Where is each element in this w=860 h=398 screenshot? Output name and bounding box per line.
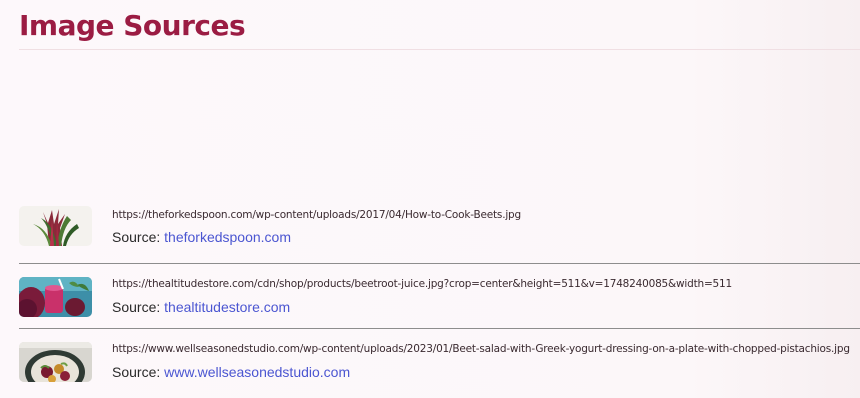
source-label: Source:	[112, 299, 165, 315]
image-url: https://thealtitudestore.com/cdn/shop/pr…	[112, 278, 733, 290]
source-line: Source: theforkedspoon.com	[112, 229, 291, 245]
image-sources-list: https://theforkedspoon.com/wp-content/up…	[19, 198, 860, 393]
source-line: Source: thealtitudestore.com	[112, 299, 290, 315]
list-item: https://theforkedspoon.com/wp-content/up…	[19, 198, 860, 263]
thumbnail-image[interactable]	[19, 277, 92, 317]
page-title: Image Sources	[19, 9, 246, 42]
source-link[interactable]: www.wellseasonedstudio.com	[164, 364, 350, 380]
source-link[interactable]: theforkedspoon.com	[164, 229, 291, 245]
thumbnail-image[interactable]	[19, 206, 92, 246]
list-item: https://www.wellseasonedstudio.com/wp-co…	[19, 328, 860, 393]
source-label: Source:	[112, 364, 165, 380]
source-label: Source:	[112, 229, 165, 245]
page-header: Image Sources	[19, 8, 860, 50]
thumbnail-image[interactable]	[19, 342, 92, 382]
list-item: https://thealtitudestore.com/cdn/shop/pr…	[19, 263, 860, 328]
image-url: https://www.wellseasonedstudio.com/wp-co…	[112, 343, 850, 355]
source-line: Source: www.wellseasonedstudio.com	[112, 364, 350, 380]
image-url: https://theforkedspoon.com/wp-content/up…	[112, 209, 521, 221]
source-link[interactable]: thealtitudestore.com	[164, 299, 290, 315]
